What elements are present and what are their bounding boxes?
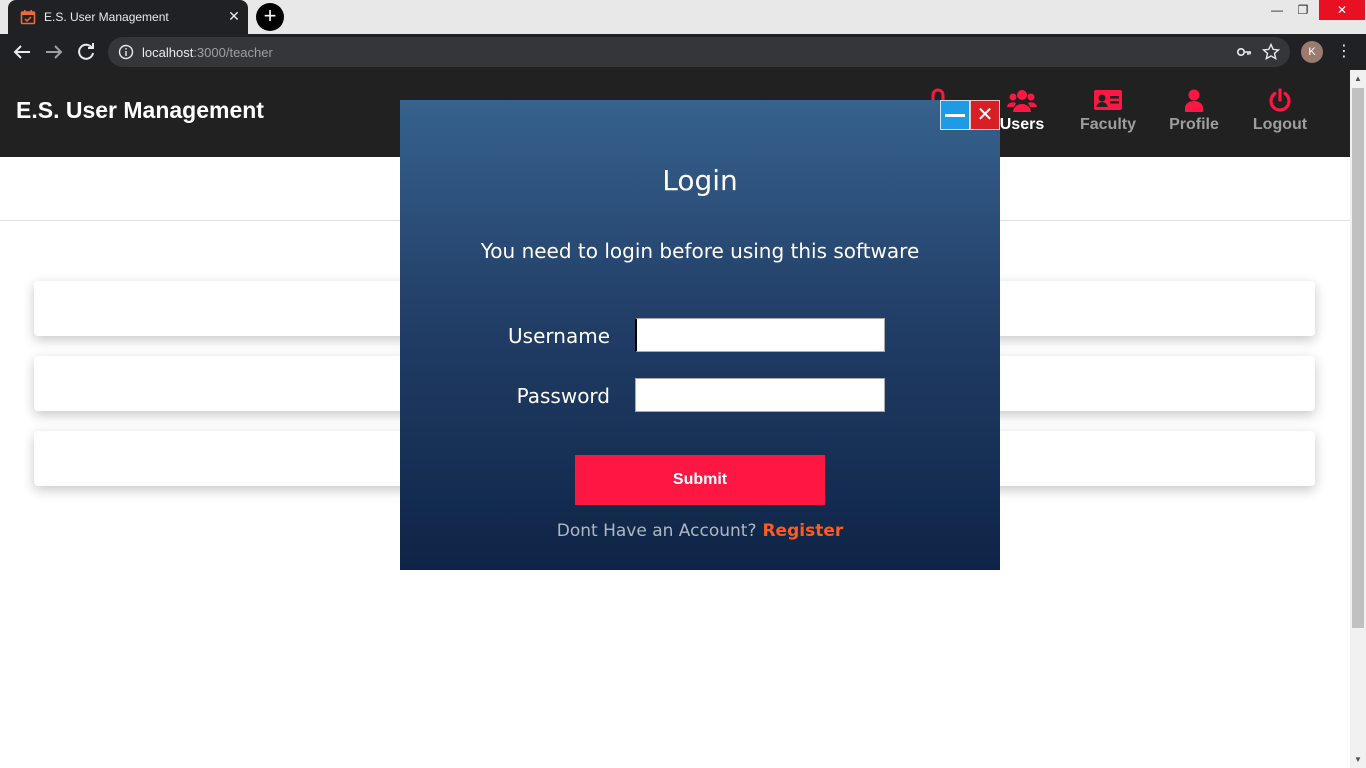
address-bar[interactable]: localhost:3000/teacher	[108, 37, 1290, 67]
person-icon	[1185, 89, 1203, 112]
username-label: Username	[508, 324, 610, 348]
submit-button[interactable]: Submit	[575, 455, 825, 505]
nav-profile[interactable]: Profile	[1154, 88, 1234, 134]
power-icon	[1269, 88, 1291, 112]
scroll-thumb[interactable]	[1352, 88, 1364, 628]
forward-arrow-icon[interactable]	[42, 40, 66, 64]
username-input[interactable]	[635, 318, 885, 352]
back-arrow-icon[interactable]	[10, 40, 34, 64]
key-icon[interactable]	[1236, 44, 1252, 60]
window-close-button[interactable]: ✕	[1319, 0, 1365, 20]
new-tab-button[interactable]: +	[256, 3, 284, 31]
modal-close-button[interactable]: ✕	[970, 100, 1000, 130]
tab-title: E.S. User Management	[44, 10, 169, 24]
scroll-up-arrow-icon[interactable]: ▲	[1354, 74, 1362, 83]
url-path: :3000/teacher	[193, 45, 273, 60]
modal-minimize-button[interactable]	[940, 100, 970, 130]
nav-profile-label: Profile	[1169, 116, 1219, 133]
reload-icon[interactable]	[74, 40, 98, 64]
url-host: localhost	[142, 45, 194, 60]
nav-faculty[interactable]: Faculty	[1068, 88, 1148, 134]
nav-logout[interactable]: Logout	[1240, 88, 1320, 134]
nav-logout-label: Logout	[1252, 116, 1308, 133]
password-label: Password	[516, 384, 610, 408]
register-prompt: Dont Have an Account?	[556, 521, 757, 541]
register-line: Dont Have an Account? Register	[400, 521, 1000, 541]
scroll-down-arrow-icon[interactable]: ▼	[1354, 755, 1362, 764]
modal-subtitle: You need to login before using this soft…	[480, 239, 920, 263]
browser-tab-strip: E.S. User Management ✕ + — ❐ ✕	[0, 0, 1366, 34]
tab-close-icon[interactable]: ✕	[225, 7, 243, 25]
info-icon[interactable]	[118, 44, 134, 60]
register-link[interactable]: Register	[762, 521, 843, 541]
modal-title: Login	[662, 164, 738, 197]
users-icon	[1007, 90, 1037, 112]
id-card-icon	[1094, 90, 1122, 110]
calendar-icon	[20, 10, 36, 25]
nav-faculty-label: Faculty	[1079, 116, 1136, 133]
app-brand[interactable]: E.S. User Management	[16, 97, 264, 124]
login-modal: ✕ Login You need to login before using t…	[400, 100, 1000, 570]
password-input[interactable]	[635, 378, 885, 412]
browser-tab[interactable]: E.S. User Management ✕	[8, 0, 248, 34]
url-text[interactable]: localhost:3000/teacher	[142, 45, 273, 60]
profile-avatar[interactable]: K	[1301, 41, 1323, 63]
page-scrollbar[interactable]: ▲ ▼	[1350, 70, 1366, 768]
browser-toolbar: localhost:3000/teacher K ⋮	[0, 34, 1366, 70]
browser-menu-icon[interactable]: ⋮	[1336, 41, 1352, 63]
bookmark-star-icon[interactable]	[1262, 43, 1280, 61]
